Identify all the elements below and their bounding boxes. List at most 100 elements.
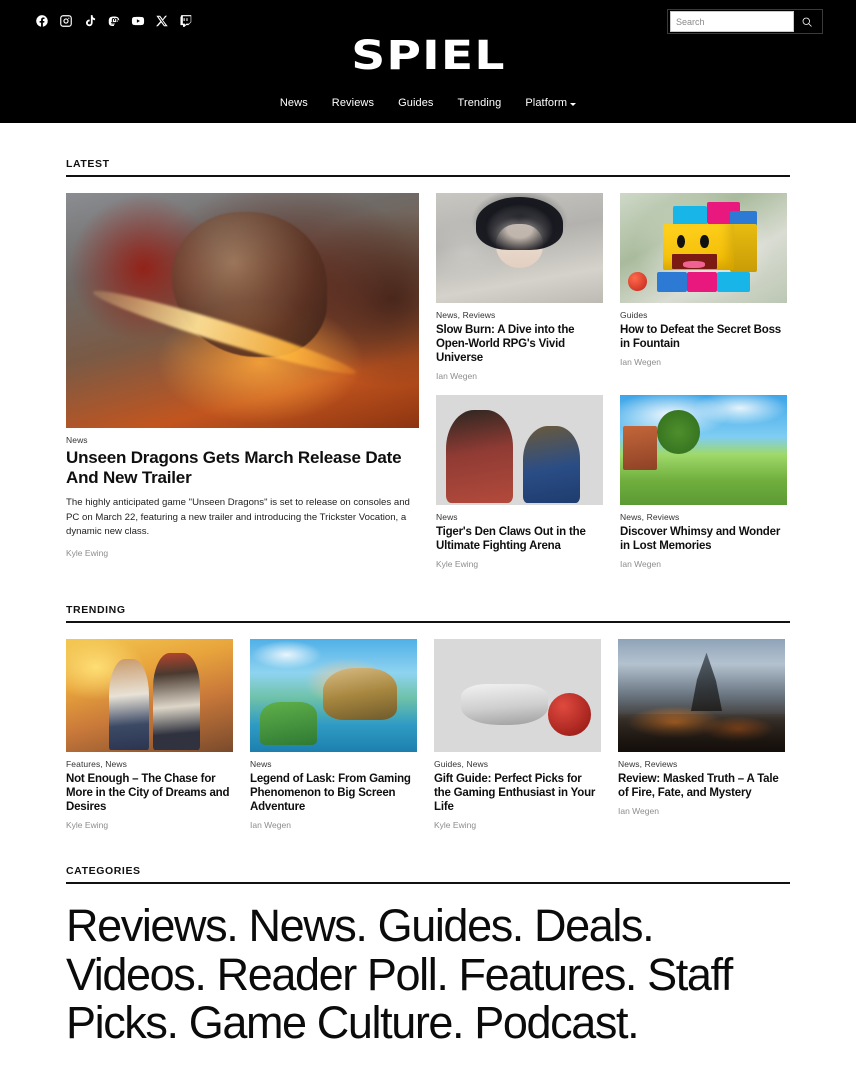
section-title: LATEST [66, 158, 110, 170]
article-card-title[interactable]: Gift Guide: Perfect Picks for the Gaming… [434, 772, 601, 814]
x-twitter-icon[interactable] [154, 13, 169, 28]
article-categories[interactable]: News [250, 759, 417, 769]
article-author[interactable]: Kyle Ewing [66, 820, 233, 830]
brand[interactable]: SPIEL [0, 36, 856, 76]
article-card-image[interactable] [620, 193, 787, 303]
article-card[interactable]: News, Reviews Slow Burn: A Dive into the… [436, 193, 603, 381]
article-author[interactable]: Ian Wegen [620, 357, 787, 367]
category-link-reviews[interactable]: Reviews. [66, 900, 239, 951]
article-card[interactable]: Guides, News Gift Guide: Perfect Picks f… [434, 639, 601, 830]
article-card-title[interactable]: Review: Masked Truth – A Tale of Fire, F… [618, 772, 785, 800]
fiery-landscape-artwork [618, 639, 785, 753]
site-header: SPIEL News Reviews Guides Trending Platf… [0, 0, 856, 123]
article-card-image[interactable] [250, 639, 417, 753]
article-card-title[interactable]: Discover Whimsy and Wonder in Lost Memor… [620, 525, 787, 553]
article-card-image[interactable] [66, 639, 233, 753]
instagram-icon[interactable] [58, 13, 73, 28]
featured-article-excerpt: The highly anticipated game "Unseen Drag… [66, 496, 410, 538]
nav-label: Trending [457, 97, 502, 109]
section-title: TRENDING [66, 604, 126, 617]
category-link-guides[interactable]: Guides. [378, 900, 525, 951]
city-duo-artwork [66, 639, 233, 753]
article-categories[interactable]: News, Reviews [618, 759, 785, 769]
nav-item-guides[interactable]: Guides [398, 97, 433, 109]
search-input[interactable] [670, 11, 794, 32]
youtube-icon[interactable] [130, 13, 145, 28]
latest-side-row: News, Reviews Slow Burn: A Dive into the… [436, 193, 790, 381]
article-categories[interactable]: News [436, 512, 603, 522]
latest-side-column: News, Reviews Slow Burn: A Dive into the… [436, 193, 790, 569]
article-card-image[interactable] [434, 639, 601, 753]
site-logo: SPIEL [350, 33, 506, 79]
lego-character-artwork [620, 193, 787, 303]
village-artwork [620, 395, 787, 506]
article-author[interactable]: Kyle Ewing [66, 548, 419, 558]
article-categories[interactable]: News, Reviews [436, 310, 603, 320]
featured-article-image[interactable] [66, 193, 419, 428]
article-categories[interactable]: News, Reviews [620, 512, 787, 522]
featured-article-title[interactable]: Unseen Dragons Gets March Release Date A… [66, 448, 419, 488]
article-card[interactable]: News, Reviews Review: Masked Truth – A T… [618, 639, 785, 830]
featured-article[interactable]: News Unseen Dragons Gets March Release D… [66, 193, 419, 569]
nav-label: Reviews [331, 97, 375, 109]
section-header-latest: LATEST [66, 158, 790, 177]
article-card-title[interactable]: Tiger's Den Claws Out in the Ultimate Fi… [436, 525, 603, 553]
chevron-down-icon [570, 102, 577, 106]
nav-item-news[interactable]: News [280, 97, 308, 109]
fighters-artwork [436, 395, 603, 505]
page-content: LATEST News Unseen Dragons Gets March Re… [0, 158, 856, 1084]
article-author[interactable]: Ian Wegen [250, 820, 417, 830]
article-author[interactable]: Kyle Ewing [436, 559, 603, 569]
category-link-news[interactable]: News. [248, 900, 367, 951]
nav-item-trending[interactable]: Trending [458, 97, 502, 109]
search-icon [802, 17, 812, 27]
search-bar [667, 9, 823, 34]
nav-item-reviews[interactable]: Reviews [332, 97, 374, 109]
tiktok-icon[interactable] [82, 13, 97, 28]
article-card-image[interactable] [620, 395, 787, 506]
article-card[interactable]: News, Reviews Discover Whimsy and Wonder… [620, 395, 787, 569]
article-card[interactable]: Guides How to Defeat the Secret Boss in … [620, 193, 787, 381]
nav-item-platform[interactable]: Platform [525, 97, 577, 109]
category-cloud: Reviews. News. Guides. Deals. Videos. Re… [66, 900, 790, 1084]
article-author[interactable]: Ian Wegen [618, 806, 785, 816]
article-categories[interactable]: News [66, 435, 419, 445]
article-author[interactable]: Ian Wegen [620, 559, 787, 569]
article-card-image[interactable] [436, 395, 603, 506]
mastodon-icon[interactable] [106, 13, 121, 28]
article-categories[interactable]: Guides [620, 310, 787, 320]
social-links [34, 13, 193, 28]
twitch-icon[interactable] [178, 13, 193, 28]
facebook-icon[interactable] [34, 13, 49, 28]
article-card-image[interactable] [618, 639, 785, 753]
category-link-deals[interactable]: Deals. [534, 900, 655, 951]
article-categories[interactable]: Features, News [66, 759, 233, 769]
category-link-reader-poll[interactable]: Reader Poll. [217, 949, 449, 1000]
nav-label: News [279, 97, 308, 109]
latest-side-row: News Tiger's Den Claws Out in the Ultima… [436, 395, 790, 569]
article-card-image[interactable] [436, 193, 603, 303]
article-card-title[interactable]: Legend of Lask: From Gaming Phenomenon t… [250, 772, 417, 814]
article-author[interactable]: Ian Wegen [436, 371, 603, 381]
article-card[interactable]: News Legend of Lask: From Gaming Phenome… [250, 639, 417, 830]
search-button[interactable] [794, 11, 820, 32]
category-link-videos[interactable]: Videos. [66, 949, 207, 1000]
article-card-title[interactable]: Not Enough – The Chase for More in the C… [66, 772, 233, 814]
controller-artwork [434, 639, 601, 752]
article-author[interactable]: Kyle Ewing [434, 820, 601, 830]
article-card-title[interactable]: How to Defeat the Secret Boss in Fountai… [620, 323, 787, 351]
article-categories[interactable]: Guides, News [434, 759, 601, 769]
nav-label: Guides [398, 97, 434, 109]
nav-label: Platform [525, 97, 568, 109]
section-title: CATEGORIES [66, 865, 141, 878]
article-card[interactable]: Features, News Not Enough – The Chase fo… [66, 639, 233, 830]
anime-girl-artwork [436, 193, 603, 303]
category-link-features[interactable]: Features. [459, 949, 638, 1000]
island-artwork [250, 639, 417, 753]
article-card-title[interactable]: Slow Burn: A Dive into the Open-World RP… [436, 323, 603, 365]
category-link-game-culture[interactable]: Game Culture. [189, 997, 465, 1048]
category-link-podcast[interactable]: Podcast. [474, 997, 639, 1048]
article-card[interactable]: News Tiger's Den Claws Out in the Ultima… [436, 395, 603, 569]
main-navigation: News Reviews Guides Trending Platform [0, 97, 856, 109]
section-header-categories: CATEGORIES [66, 865, 790, 885]
